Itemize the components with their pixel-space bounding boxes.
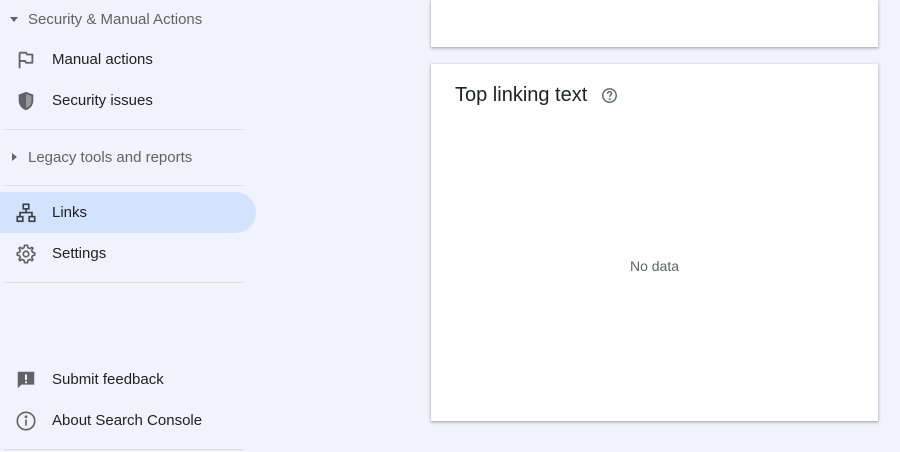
top-linking-text-card: Top linking text No data [431,64,878,421]
card-title-row: Top linking text [455,84,618,107]
card-title: Top linking text [455,84,588,106]
sidebar-nav: Security & Manual Actions Manual actions… [0,0,272,452]
sidebar-item-settings[interactable]: Settings [0,233,256,274]
gear-icon [0,243,52,265]
divider [4,185,243,186]
sidebar-item-links[interactable]: Links [0,192,256,233]
info-icon [0,410,52,432]
section-security-manual-actions[interactable]: Security & Manual Actions [0,1,256,37]
sidebar-item-label: Links [52,204,88,221]
divider [4,449,243,450]
sidebar-item-label: Settings [52,245,107,262]
sidebar-item-label: Security issues [52,92,153,109]
caret-down-icon [0,14,28,24]
sidebar-item-submit-feedback[interactable]: Submit feedback [0,359,256,400]
sidebar-item-manual-actions[interactable]: Manual actions [0,39,256,80]
shield-icon [0,90,52,112]
previous-report-card [431,0,878,47]
section-label: Legacy tools and reports [28,148,193,166]
caret-right-icon [0,152,28,162]
sidebar-item-label: About Search Console [52,412,203,429]
feedback-icon [0,369,52,391]
section-label: Security & Manual Actions [28,10,203,28]
sidebar-item-label: Submit feedback [52,371,164,388]
sidebar-item-security-issues[interactable]: Security issues [0,80,256,121]
divider [4,129,243,130]
links-icon [0,202,52,224]
flag-icon [0,49,52,71]
empty-state-message: No data [629,258,680,274]
divider [4,282,243,283]
sidebar-item-about[interactable]: About Search Console [0,400,256,441]
sidebar-item-label: Manual actions [52,51,153,68]
help-icon[interactable] [601,87,618,104]
section-legacy-tools[interactable]: Legacy tools and reports [0,139,256,175]
